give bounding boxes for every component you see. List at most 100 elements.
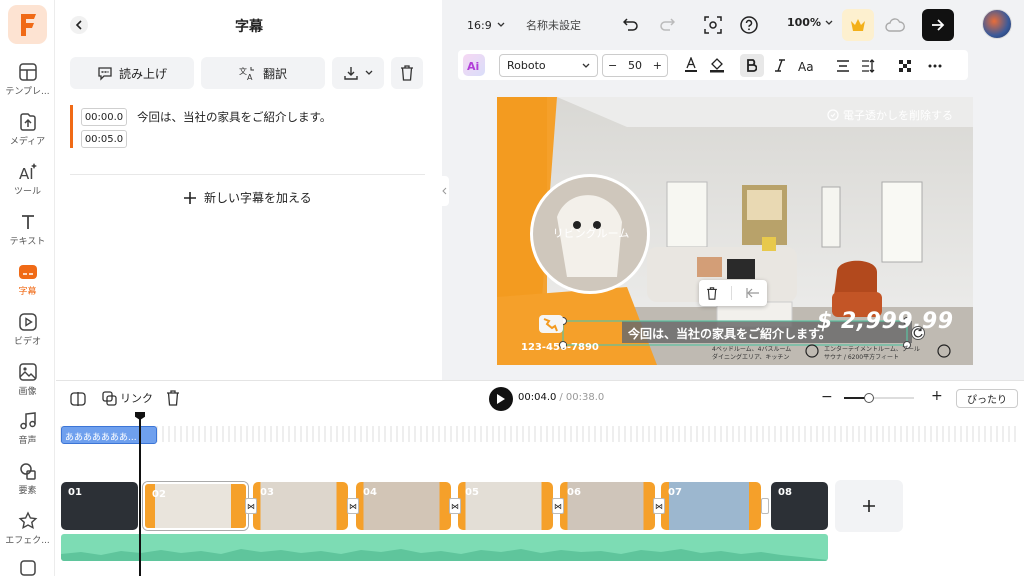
subtitles-icon <box>18 265 37 279</box>
aspect-ratio-dropdown[interactable]: 16:9 <box>467 16 505 34</box>
opacity-button[interactable] <box>894 54 916 77</box>
timeline-delete-button[interactable] <box>166 390 182 406</box>
watermark-icon <box>827 109 839 121</box>
playhead-handle[interactable] <box>135 412 145 420</box>
screen-capture-button[interactable] <box>702 14 724 36</box>
fit-button[interactable]: ぴったり <box>956 389 1018 408</box>
remove-watermark-link[interactable]: 電子透かしを削除する <box>827 107 953 123</box>
playhead[interactable] <box>139 415 141 576</box>
add-clip-button[interactable] <box>835 480 903 532</box>
back-button[interactable] <box>70 16 88 34</box>
clip-04[interactable]: 04 <box>356 482 451 530</box>
subtitle-start-time[interactable]: 00:00.0 <box>81 108 127 126</box>
chevron-left-icon <box>441 187 446 195</box>
circle-room-label: リビングルーム <box>552 227 630 240</box>
font-size-stepper[interactable]: − 50 + <box>602 54 668 77</box>
read-aloud-button[interactable]: 読み上げ <box>70 57 194 89</box>
audio-track[interactable] <box>61 534 828 561</box>
cloud-icon <box>885 18 905 32</box>
transition-marker[interactable]: ⋈ <box>552 498 564 514</box>
ai-text-button[interactable]: Ai <box>463 54 485 76</box>
panel-collapse-handle[interactable] <box>439 176 449 206</box>
sidebar-item-media[interactable]: メディア <box>0 112 55 156</box>
play-button[interactable] <box>489 387 513 411</box>
clip-01[interactable]: 01 <box>61 482 138 530</box>
sidebar-item-label: ビデオ <box>13 337 41 347</box>
align-center-icon <box>837 59 849 72</box>
sidebar-item-tools[interactable]: AI ツール <box>0 162 55 206</box>
transition-marker[interactable]: ⋈ <box>653 498 665 514</box>
sidebar-item-subtitles[interactable]: 字幕 <box>0 262 55 306</box>
spacing-button[interactable] <box>857 54 879 77</box>
zoom-out-button[interactable]: − <box>821 389 833 405</box>
video-icon <box>18 313 37 331</box>
help-button[interactable] <box>738 14 760 36</box>
clip-number: 01 <box>68 487 82 498</box>
italic-toggle[interactable] <box>769 54 791 77</box>
clip-number: 08 <box>778 487 792 498</box>
split-left-icon[interactable] <box>746 287 760 299</box>
sidebar-item-text[interactable]: テキスト <box>0 212 55 256</box>
clip-06[interactable]: 06 <box>560 482 655 530</box>
subtitle-text[interactable]: 今回は、当社の家具をご紹介します。 <box>137 109 331 125</box>
more-options-button[interactable] <box>924 54 946 77</box>
rotate-handle[interactable] <box>911 326 925 340</box>
user-avatar[interactable] <box>982 9 1012 39</box>
clip-05[interactable]: 05 <box>458 482 553 530</box>
text-case-button[interactable]: Aa <box>796 54 818 77</box>
menu-divider <box>731 286 733 300</box>
zoom-slider-thumb[interactable] <box>864 393 874 403</box>
font-size-increase[interactable]: + <box>653 59 662 72</box>
clip-08[interactable]: 08 <box>771 482 828 530</box>
text-icon <box>21 215 34 229</box>
sidebar-item-more[interactable] <box>0 558 55 576</box>
transition-marker[interactable]: ⋈ <box>347 498 359 514</box>
clip-number: 03 <box>260 487 274 498</box>
read-aloud-label: 読み上げ <box>118 66 167 81</box>
font-size-decrease[interactable]: − <box>608 59 617 72</box>
sidebar-item-effects[interactable]: エフェク... <box>0 511 55 555</box>
upgrade-button[interactable] <box>842 9 874 41</box>
trash-icon[interactable] <box>706 286 718 300</box>
sidebar-item-video[interactable]: ビデオ <box>0 312 55 356</box>
subtitle-end-time[interactable]: 00:05.0 <box>81 130 127 148</box>
app-logo[interactable] <box>8 5 47 44</box>
download-dropdown-button[interactable] <box>332 57 384 89</box>
text-color-button[interactable] <box>681 55 701 75</box>
link-button[interactable]: リンク <box>102 390 153 406</box>
video-canvas[interactable]: 電子透かしを削除する リビングルーム $ 2,999.99 今回は、当社の家具を… <box>497 97 973 365</box>
sidebar-item-templates[interactable]: テンプレ... <box>0 62 55 106</box>
clip-03[interactable]: 03 <box>253 482 348 530</box>
export-button[interactable] <box>922 9 954 41</box>
transition-marker[interactable]: ⋈ <box>245 498 257 514</box>
link-icon <box>102 390 117 406</box>
more-dots-icon <box>928 64 942 67</box>
clip-07[interactable]: 07 <box>661 482 761 530</box>
transition-marker[interactable] <box>761 498 769 514</box>
font-size-value[interactable]: 50 <box>628 59 642 72</box>
add-subtitle-button[interactable]: 新しい字幕を加える <box>184 189 312 206</box>
clip-02[interactable]: 02 <box>143 482 248 530</box>
sidebar-item-image[interactable]: 画像 <box>0 362 55 406</box>
split-button[interactable] <box>70 391 86 407</box>
zoom-dropdown[interactable]: 100% <box>787 16 833 29</box>
project-name[interactable]: 名称未設定 <box>526 16 581 34</box>
subtitle-clip[interactable]: あああああああ... <box>61 426 157 444</box>
sidebar-item-elements[interactable]: 要素 <box>0 461 55 505</box>
redo-button[interactable] <box>657 15 677 35</box>
font-family-select[interactable]: Roboto <box>499 54 598 77</box>
highlight-color-button[interactable] <box>707 55 727 75</box>
undo-button[interactable] <box>621 15 641 35</box>
translate-button[interactable]: 文A 翻訳 <box>201 57 325 89</box>
bold-toggle[interactable] <box>740 54 764 77</box>
transition-marker[interactable]: ⋈ <box>449 498 461 514</box>
sidebar-item-audio[interactable]: 音声 <box>0 411 55 455</box>
caption-text[interactable]: 今回は、当社の家具をご紹介します。 <box>628 325 831 342</box>
music-note-icon <box>19 412 36 430</box>
cloud-save-button[interactable] <box>879 9 911 41</box>
align-button[interactable] <box>832 54 854 77</box>
delete-all-button[interactable] <box>391 57 423 89</box>
panel-title: 字幕 <box>235 19 263 35</box>
zoom-in-button[interactable]: + <box>931 388 943 404</box>
zoom-value: 100% <box>787 16 821 29</box>
